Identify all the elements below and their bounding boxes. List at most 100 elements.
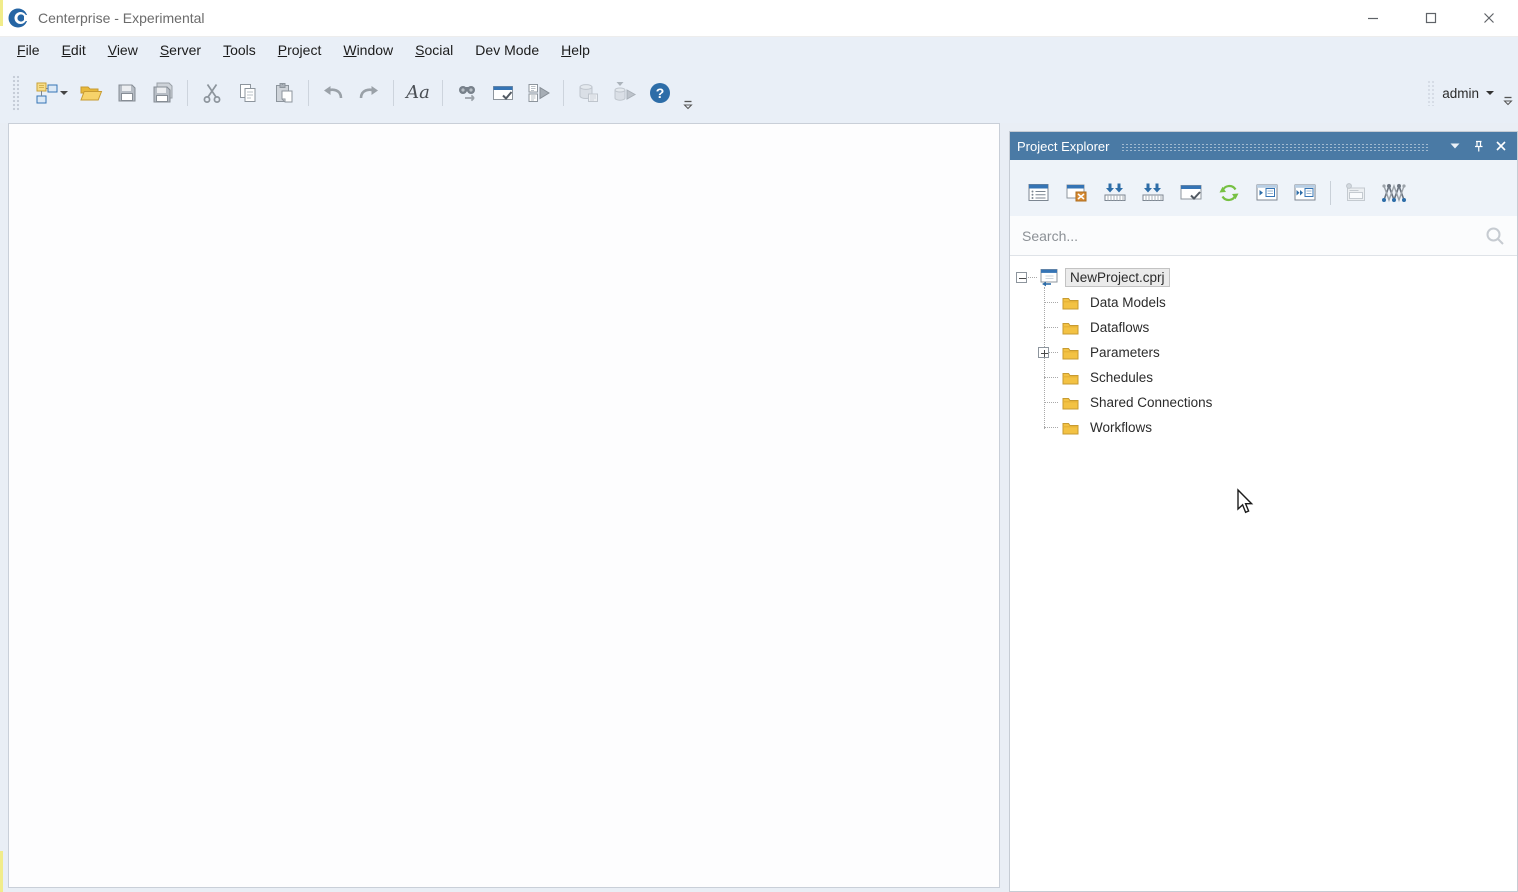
collapse-expander-icon[interactable] bbox=[1016, 272, 1027, 283]
menu-social[interactable]: Social bbox=[405, 39, 463, 61]
menu-tools[interactable]: Tools bbox=[213, 39, 266, 61]
new-dropdown-caret bbox=[60, 91, 68, 95]
toolbar-grip[interactable] bbox=[1427, 80, 1434, 106]
title-bar: Centerprise - Experimental bbox=[0, 0, 1518, 37]
verify-button[interactable] bbox=[488, 78, 518, 108]
tree-label[interactable]: Data Models bbox=[1086, 294, 1170, 311]
undo-button[interactable] bbox=[318, 78, 348, 108]
run-batch-button[interactable] bbox=[524, 78, 554, 108]
cut-button[interactable] bbox=[197, 78, 227, 108]
save-icon bbox=[116, 82, 138, 104]
tree-row-workflows[interactable]: Workflows bbox=[1010, 415, 1517, 440]
menu-view[interactable]: View bbox=[98, 39, 148, 61]
toolbar-user-area: admin bbox=[1427, 63, 1494, 123]
toolbar-overflow-button[interactable] bbox=[682, 99, 694, 114]
tree-label[interactable]: Schedules bbox=[1086, 369, 1157, 386]
database-browse-button[interactable] bbox=[573, 78, 603, 108]
undo-icon bbox=[321, 81, 345, 105]
expand-window-button[interactable] bbox=[1253, 179, 1281, 207]
app-window: Centerprise - Experimental File Edit Vie… bbox=[0, 0, 1518, 892]
tree-connector-stub bbox=[1028, 277, 1037, 278]
menu-server[interactable]: Server bbox=[150, 39, 211, 61]
tree-label[interactable]: Dataflows bbox=[1086, 319, 1153, 336]
open-folder-icon bbox=[79, 81, 103, 105]
verify-window-icon bbox=[1179, 182, 1203, 204]
expand-window-icon bbox=[1255, 182, 1279, 204]
close-project-button[interactable] bbox=[1063, 179, 1091, 207]
tree-label[interactable]: Shared Connections bbox=[1086, 394, 1216, 411]
folder-icon bbox=[1062, 346, 1079, 360]
tree-row-project-root[interactable]: NewProject.cprj bbox=[1010, 265, 1517, 290]
open-button[interactable] bbox=[76, 78, 106, 108]
search-bar bbox=[1010, 216, 1517, 256]
menu-file[interactable]: File bbox=[7, 39, 50, 61]
close-icon bbox=[1496, 141, 1506, 151]
form-view-button[interactable] bbox=[1342, 179, 1370, 207]
new-project-button[interactable] bbox=[32, 78, 70, 108]
toolbar-separator bbox=[187, 80, 188, 106]
toolbar-grip[interactable] bbox=[12, 75, 19, 111]
menu-project[interactable]: Project bbox=[268, 39, 332, 61]
copy-icon bbox=[237, 82, 259, 104]
menu-dev-mode[interactable]: Dev Mode bbox=[465, 39, 549, 61]
tree-label[interactable]: Workflows bbox=[1086, 419, 1156, 436]
expand-window-alt-icon bbox=[1293, 182, 1317, 204]
copy-button[interactable] bbox=[233, 78, 263, 108]
panel-close-button[interactable] bbox=[1492, 137, 1510, 155]
font-button[interactable]: Aa bbox=[403, 78, 433, 108]
find-button[interactable] bbox=[452, 78, 482, 108]
search-icon[interactable] bbox=[1485, 226, 1505, 246]
window-title: Centerprise - Experimental bbox=[38, 10, 205, 26]
panel-menu-button[interactable] bbox=[1446, 137, 1464, 155]
folder-icon bbox=[1062, 371, 1079, 385]
import-items-button[interactable] bbox=[1101, 179, 1129, 207]
database-deploy-button[interactable] bbox=[609, 78, 639, 108]
minimize-button[interactable] bbox=[1344, 0, 1402, 36]
tree-row-dataflows[interactable]: Dataflows bbox=[1010, 315, 1517, 340]
menu-edit[interactable]: Edit bbox=[52, 39, 96, 61]
redo-button[interactable] bbox=[354, 78, 384, 108]
panel-pin-button[interactable] bbox=[1469, 137, 1487, 155]
toolbar-overflow-button-right[interactable] bbox=[1502, 95, 1514, 110]
data-lineage-button[interactable] bbox=[1380, 179, 1408, 207]
panel-title: Project Explorer bbox=[1017, 139, 1109, 154]
tree-row-schedules[interactable]: Schedules bbox=[1010, 365, 1517, 390]
panel-header-texture bbox=[1121, 143, 1429, 152]
folder-icon bbox=[1062, 321, 1079, 335]
svg-text:?: ? bbox=[656, 85, 665, 101]
tree-row-data-models[interactable]: Data Models bbox=[1010, 290, 1517, 315]
save-button[interactable] bbox=[112, 78, 142, 108]
tree-label[interactable]: Parameters bbox=[1086, 344, 1164, 361]
toolbar-separator bbox=[393, 80, 394, 106]
tree-row-shared-connections[interactable]: Shared Connections bbox=[1010, 390, 1517, 415]
form-disabled-icon bbox=[1344, 182, 1368, 204]
redo-icon bbox=[357, 81, 381, 105]
import-items-alt-button[interactable] bbox=[1139, 179, 1167, 207]
edge-artifact-bottom bbox=[0, 851, 3, 892]
close-button[interactable] bbox=[1460, 0, 1518, 36]
help-button[interactable]: ? bbox=[645, 78, 675, 108]
search-input[interactable] bbox=[1022, 228, 1485, 244]
refresh-icon bbox=[1217, 181, 1241, 205]
import-items-alt-icon bbox=[1141, 182, 1165, 204]
design-canvas[interactable] bbox=[8, 123, 1000, 888]
user-menu-button[interactable]: admin bbox=[1442, 86, 1494, 101]
cut-icon bbox=[201, 82, 223, 104]
tree-row-parameters[interactable]: Parameters bbox=[1010, 340, 1517, 365]
paste-button[interactable] bbox=[269, 78, 299, 108]
menu-window[interactable]: Window bbox=[333, 39, 403, 61]
save-all-button[interactable] bbox=[148, 78, 178, 108]
menu-help[interactable]: Help bbox=[551, 39, 600, 61]
folder-icon bbox=[1062, 396, 1079, 410]
expand-window-alt-button[interactable] bbox=[1291, 179, 1319, 207]
folder-icon bbox=[1062, 421, 1079, 435]
overflow-icon bbox=[682, 99, 694, 111]
user-label: admin bbox=[1442, 86, 1479, 101]
refresh-button[interactable] bbox=[1215, 179, 1243, 207]
project-properties-button[interactable] bbox=[1025, 179, 1053, 207]
project-explorer-header[interactable]: Project Explorer bbox=[1010, 132, 1517, 160]
verify-project-button[interactable] bbox=[1177, 179, 1205, 207]
tree-label-project[interactable]: NewProject.cprj bbox=[1066, 269, 1169, 286]
expand-expander-icon[interactable] bbox=[1038, 347, 1049, 358]
maximize-button[interactable] bbox=[1402, 0, 1460, 36]
